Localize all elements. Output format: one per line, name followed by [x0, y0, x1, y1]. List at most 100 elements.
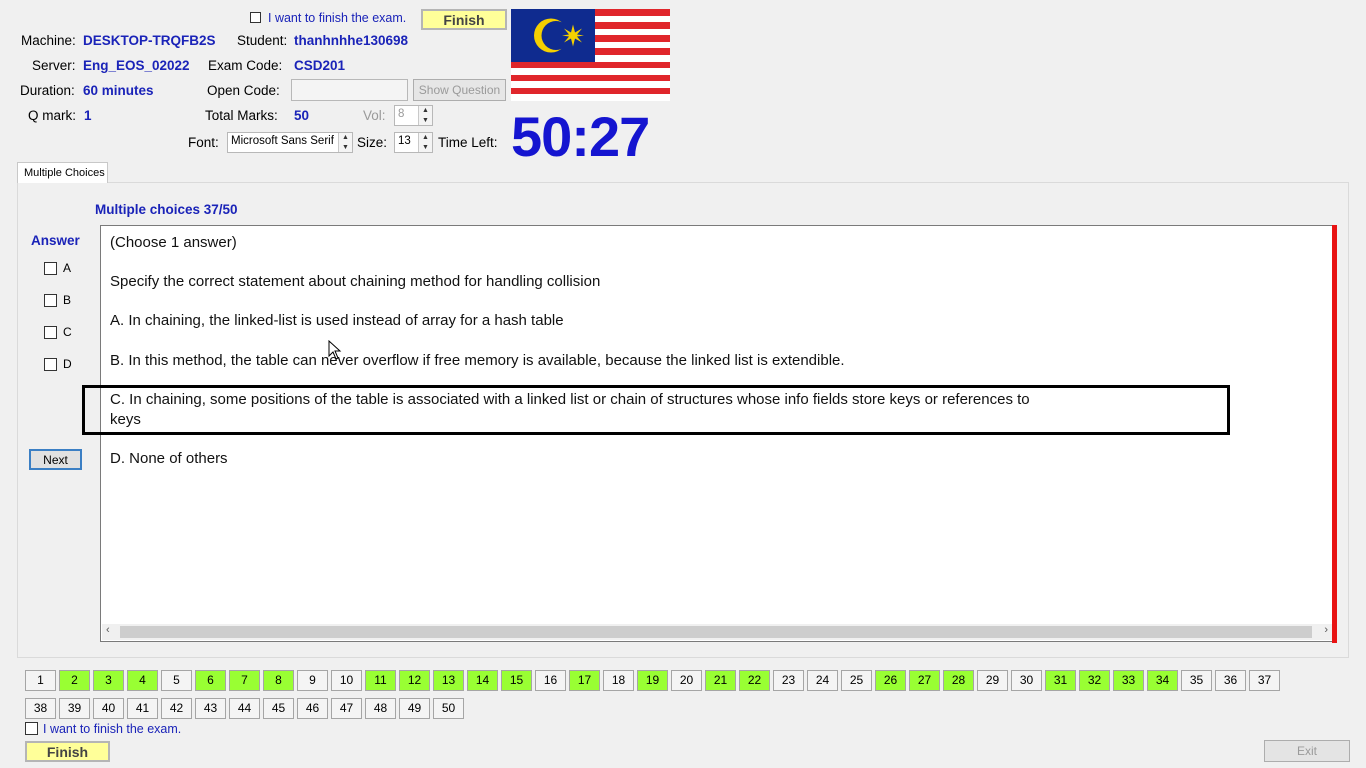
student-value: thanhnhhe130698 [294, 33, 409, 48]
question-nav-button-47[interactable]: 47 [331, 698, 362, 719]
question-nav-button-48[interactable]: 48 [365, 698, 396, 719]
question-nav-button-16[interactable]: 16 [535, 670, 566, 691]
question-nav-button-18[interactable]: 18 [603, 670, 634, 691]
answer-b-label: B [63, 293, 72, 307]
vol-spin-buttons[interactable]: ▲ ▼ [418, 106, 432, 125]
question-nav-button-35[interactable]: 35 [1181, 670, 1212, 691]
question-nav-button-41[interactable]: 41 [127, 698, 158, 719]
question-nav-button-12[interactable]: 12 [399, 670, 430, 691]
question-nav-button-29[interactable]: 29 [977, 670, 1008, 691]
exam-code-value: CSD201 [294, 58, 346, 73]
finish-exam-label-bottom: I want to finish the exam. [43, 722, 182, 736]
question-nav-button-31[interactable]: 31 [1045, 670, 1076, 691]
question-nav-button-10[interactable]: 10 [331, 670, 362, 691]
question-nav-button-42[interactable]: 42 [161, 698, 192, 719]
exam-code-label: Exam Code: [208, 58, 283, 73]
question-nav-button-44[interactable]: 44 [229, 698, 260, 719]
question-nav-button-13[interactable]: 13 [433, 670, 464, 691]
student-label: Student: [237, 33, 288, 48]
next-button[interactable]: Next [29, 449, 82, 470]
finish-button-top[interactable]: Finish [421, 9, 507, 30]
question-nav-button-23[interactable]: 23 [773, 670, 804, 691]
question-nav-button-15[interactable]: 15 [501, 670, 532, 691]
question-nav-button-17[interactable]: 17 [569, 670, 600, 691]
question-nav-button-28[interactable]: 28 [943, 670, 974, 691]
size-spin-buttons[interactable]: ▲ ▼ [418, 133, 432, 152]
question-nav-button-30[interactable]: 30 [1011, 670, 1042, 691]
size-value: 13 [398, 135, 411, 147]
question-nav-button-8[interactable]: 8 [263, 670, 294, 691]
question-nav-button-9[interactable]: 9 [297, 670, 328, 691]
total-marks-label: Total Marks: [205, 108, 278, 123]
duration-value: 60 minutes [83, 83, 154, 98]
question-nav-button-46[interactable]: 46 [297, 698, 328, 719]
size-label: Size: [357, 135, 388, 150]
machine-value: DESKTOP-TRQFB2S [83, 33, 216, 48]
question-nav-button-40[interactable]: 40 [93, 698, 124, 719]
question-nav-button-50[interactable]: 50 [433, 698, 464, 719]
malaysia-flag-icon [511, 9, 670, 101]
question-nav-button-25[interactable]: 25 [841, 670, 872, 691]
qmark-label: Q mark: [28, 108, 77, 123]
question-nav-button-4[interactable]: 4 [127, 670, 158, 691]
question-nav-button-7[interactable]: 7 [229, 670, 260, 691]
open-code-input[interactable] [291, 79, 408, 101]
font-spin-buttons[interactable]: ▲ ▼ [338, 133, 352, 152]
size-stepper[interactable]: 13 ▲ ▼ [394, 132, 433, 153]
question-nav-button-32[interactable]: 32 [1079, 670, 1110, 691]
scroll-left-arrow-icon[interactable]: ‹ [106, 624, 110, 636]
scroll-right-arrow-icon[interactable]: › [1324, 624, 1328, 636]
question-nav-button-2[interactable]: 2 [59, 670, 90, 691]
question-nav-button-38[interactable]: 38 [25, 698, 56, 719]
question-nav-button-24[interactable]: 24 [807, 670, 838, 691]
duration-label: Duration: [20, 83, 75, 98]
question-nav-button-5[interactable]: 5 [161, 670, 192, 691]
question-nav-button-27[interactable]: 27 [909, 670, 940, 691]
mouse-cursor-icon [328, 340, 342, 360]
scrollbar-thumb[interactable] [120, 626, 1312, 638]
time-left-value: 50:27 [511, 105, 650, 168]
answer-d-label: D [63, 357, 72, 371]
horizontal-scrollbar[interactable]: ‹ › [102, 624, 1332, 640]
question-option-b: B. In this method, the table can never o… [110, 352, 845, 369]
font-select[interactable]: Microsoft Sans Serif ▲ ▼ [227, 132, 353, 153]
answer-c-label: C [63, 325, 72, 339]
question-nav-button-36[interactable]: 36 [1215, 670, 1246, 691]
finish-exam-checkbox-bottom[interactable] [25, 722, 38, 735]
question-option-a: A. In chaining, the linked-list is used … [110, 312, 564, 329]
font-select-value: Microsoft Sans Serif [231, 135, 334, 147]
question-instruction: (Choose 1 answer) [110, 234, 237, 251]
exit-button[interactable]: Exit [1264, 740, 1350, 762]
question-nav-button-34[interactable]: 34 [1147, 670, 1178, 691]
question-nav-button-43[interactable]: 43 [195, 698, 226, 719]
question-nav-button-39[interactable]: 39 [59, 698, 90, 719]
answer-b-checkbox[interactable] [44, 294, 57, 307]
question-nav-button-21[interactable]: 21 [705, 670, 736, 691]
question-nav-button-49[interactable]: 49 [399, 698, 430, 719]
red-side-bar [1332, 225, 1337, 643]
vol-stepper[interactable]: 8 ▲ ▼ [394, 105, 433, 126]
open-code-label: Open Code: [207, 83, 280, 98]
question-nav-button-19[interactable]: 19 [637, 670, 668, 691]
question-nav-button-14[interactable]: 14 [467, 670, 498, 691]
question-nav-button-1[interactable]: 1 [25, 670, 56, 691]
question-nav-button-33[interactable]: 33 [1113, 670, 1144, 691]
question-nav-button-45[interactable]: 45 [263, 698, 294, 719]
server-label: Server: [32, 58, 76, 73]
question-nav-button-6[interactable]: 6 [195, 670, 226, 691]
show-question-button[interactable]: Show Question [413, 79, 506, 101]
question-nav-button-20[interactable]: 20 [671, 670, 702, 691]
question-nav-button-11[interactable]: 11 [365, 670, 396, 691]
answer-c-checkbox[interactable] [44, 326, 57, 339]
question-nav-button-37[interactable]: 37 [1249, 670, 1280, 691]
finish-button-bottom[interactable]: Finish [25, 741, 110, 762]
question-nav-button-3[interactable]: 3 [93, 670, 124, 691]
finish-exam-checkbox-top[interactable] [250, 12, 261, 23]
question-nav-button-26[interactable]: 26 [875, 670, 906, 691]
question-nav-button-22[interactable]: 22 [739, 670, 770, 691]
time-left-label: Time Left: [438, 135, 498, 150]
tab-multiple-choices[interactable]: Multiple Choices [17, 162, 108, 183]
server-value: Eng_EOS_02022 [83, 58, 190, 73]
answer-d-checkbox[interactable] [44, 358, 57, 371]
answer-a-checkbox[interactable] [44, 262, 57, 275]
